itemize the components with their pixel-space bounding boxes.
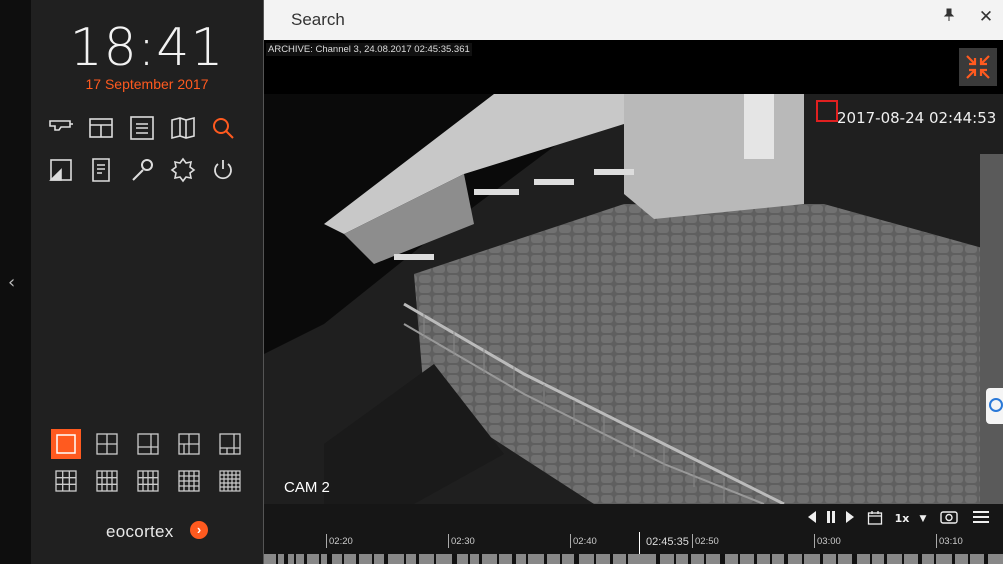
video-timestamp: 2017-08-24 02:44:53 [837, 109, 997, 127]
teamviewer-icon [989, 398, 1003, 412]
snapshot-icon[interactable] [939, 510, 959, 528]
timeline-tick-label: 03:10 [939, 536, 963, 547]
layout-2x2-alt-button[interactable] [174, 429, 204, 459]
timeline[interactable]: 02:20 02:30 02:40 02:50 03:00 03:10 02:4… [264, 528, 1003, 564]
menu-icon[interactable] [971, 510, 991, 528]
image-icon[interactable] [47, 156, 75, 184]
clock-time: 18:41 [69, 18, 225, 78]
cameras-icon[interactable] [47, 114, 75, 142]
sidebar: 18:41 17 September 2017 eocortex › [31, 0, 263, 564]
panel-title: Search [291, 10, 345, 29]
logo-arrow-icon: › [190, 521, 208, 539]
layouts-icon[interactable] [87, 114, 115, 142]
archive-label: ARCHIVE: Channel 3, 24.08.2017 02:45:35.… [266, 43, 472, 56]
layout-1plus5-button[interactable] [215, 429, 245, 459]
timeline-tick [448, 534, 449, 548]
layout-5x5-button[interactable] [215, 466, 245, 496]
playback-controls: 1x ▼ 02:20 02:30 02:40 02:50 03:00 03:10… [264, 504, 1003, 564]
wrench-icon[interactable] [128, 156, 156, 184]
timeline-tick [936, 534, 937, 548]
layout-4x4-button[interactable] [174, 466, 204, 496]
motion-indicator [816, 100, 838, 122]
step-back-icon[interactable] [804, 510, 820, 528]
timeline-tick [570, 534, 571, 548]
timeline-tick [814, 534, 815, 548]
timeline-tick-label: 02:40 [573, 536, 597, 547]
layout-3x3-button[interactable] [51, 466, 81, 496]
recording-events [264, 554, 1003, 564]
timeline-tick [326, 534, 327, 548]
pause-icon[interactable] [823, 510, 839, 528]
timeline-tick-label: 02:50 [695, 536, 719, 547]
eocortex-logo: eocortex [106, 522, 174, 541]
calendar-icon[interactable] [866, 510, 884, 528]
clock-date: 17 September 2017 [85, 76, 209, 92]
timeline-tick-label: 02:20 [329, 536, 353, 547]
panel-titlebar: Search ✕ [264, 0, 1003, 40]
report-icon[interactable] [87, 156, 115, 184]
pin-icon[interactable] [940, 8, 958, 26]
speed-value[interactable]: 1x [892, 510, 912, 528]
power-icon[interactable] [209, 156, 237, 184]
list-icon[interactable] [128, 114, 156, 142]
layout-1x1-button[interactable] [51, 429, 81, 459]
search-icon[interactable] [209, 114, 237, 142]
map-icon[interactable] [169, 114, 197, 142]
timeline-tick [692, 534, 693, 548]
left-strip: ‹ [0, 0, 31, 564]
layout-2x2-button[interactable] [92, 429, 122, 459]
camera-scene [264, 94, 1003, 504]
search-panel: Search ✕ ARCHIVE: Channel 3, 24.08.2017 … [263, 0, 1003, 564]
collapse-sidebar-button[interactable]: ‹ [8, 273, 22, 293]
app-window: ‹ 18:41 17 September 2017 eocortex › Sea… [0, 0, 1003, 564]
timeline-current-time: 02:45:35 [646, 536, 689, 548]
timeline-tick-label: 03:00 [817, 536, 841, 547]
minimize-icon[interactable] [959, 48, 997, 86]
close-button[interactable]: ✕ [977, 7, 995, 27]
settings-icon[interactable] [169, 156, 197, 184]
video-feed[interactable]: 2017-08-24 02:44:53 CAM 2 [264, 94, 1003, 504]
remote-connect-button[interactable] [986, 388, 1003, 424]
speed-dropdown-icon[interactable]: ▼ [916, 510, 930, 528]
layout-1plus3-button[interactable] [133, 429, 163, 459]
camera-label: CAM 2 [284, 479, 330, 496]
timeline-tick-label: 02:30 [451, 536, 475, 547]
step-forward-icon[interactable] [842, 510, 858, 528]
layout-3x3-alt-button[interactable] [92, 466, 122, 496]
layout-4x3-button[interactable] [133, 466, 163, 496]
